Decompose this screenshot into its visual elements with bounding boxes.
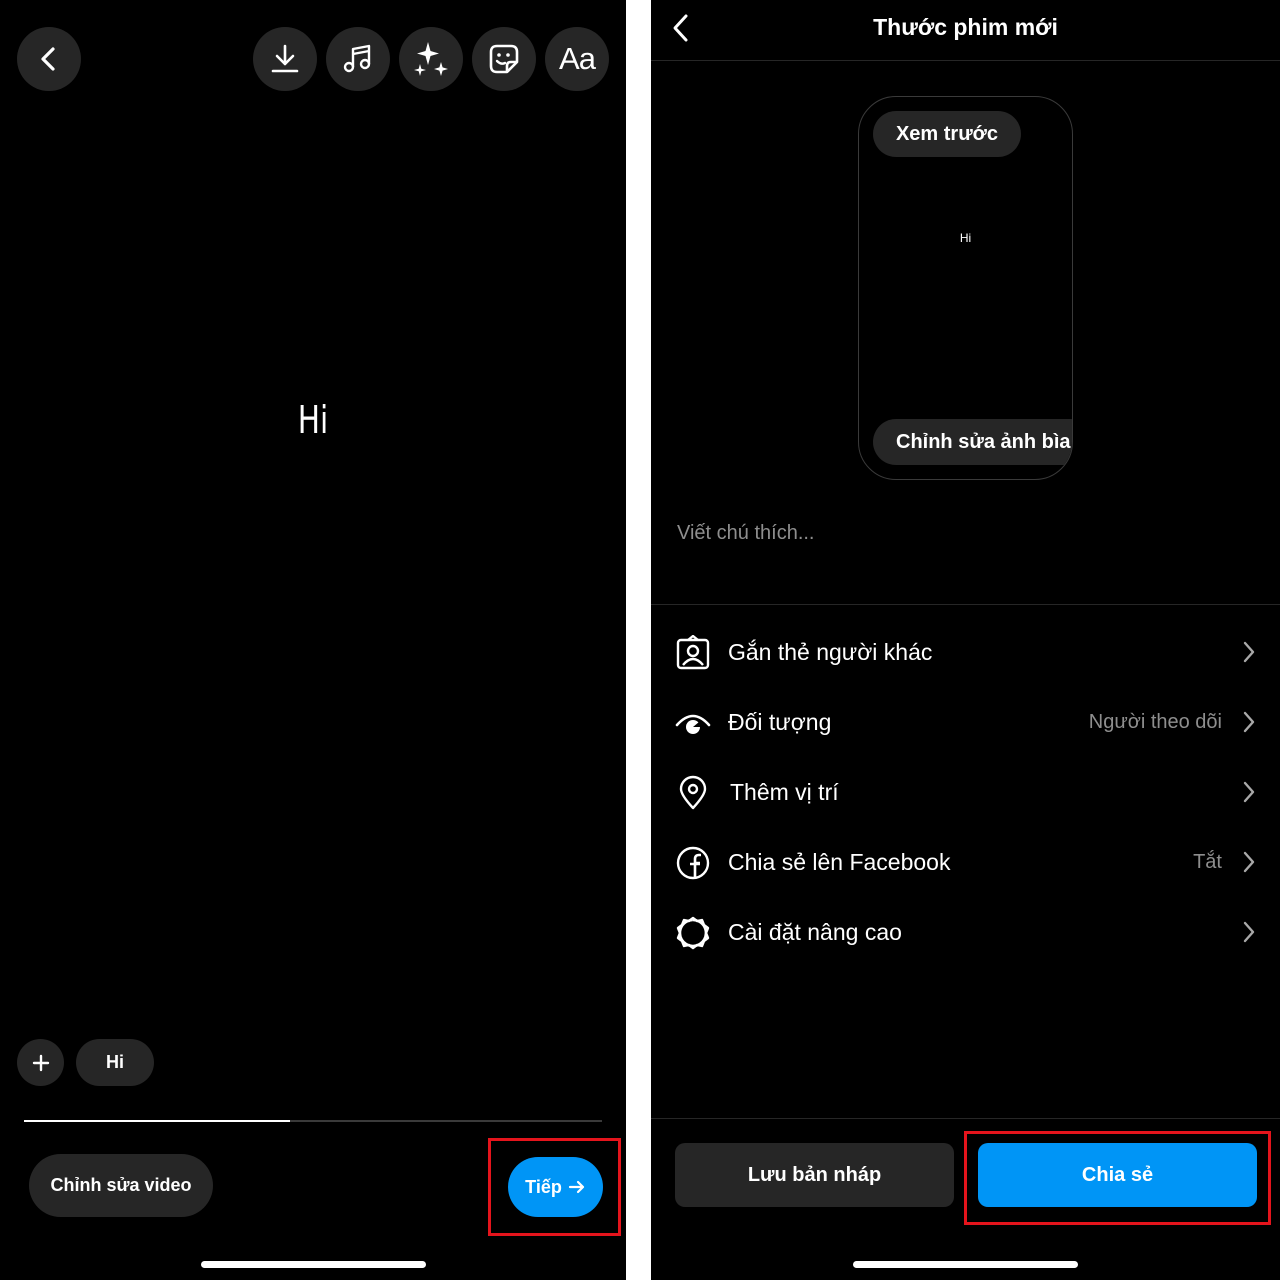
home-indicator <box>201 1261 426 1268</box>
add-location-label: Thêm vị trí <box>730 778 839 805</box>
tag-people-row[interactable]: Gắn thẻ người khác <box>651 627 1280 677</box>
chevron-right-icon <box>1243 781 1255 803</box>
back-icon <box>41 47 55 71</box>
text-icon: Aa <box>559 41 596 76</box>
text-tool-button[interactable]: Aa <box>545 27 609 91</box>
header-divider <box>651 60 1280 61</box>
back-button[interactable] <box>17 27 81 91</box>
audience-row[interactable]: Đối tượng Người theo dõi <box>651 697 1280 747</box>
audience-label: Đối tượng <box>728 708 832 735</box>
download-button[interactable] <box>253 27 317 91</box>
sticker-button[interactable] <box>472 27 536 91</box>
caption-input[interactable]: Viết chú thích... <box>677 522 815 545</box>
canvas-text-overlay[interactable]: Hi <box>69 398 557 442</box>
sparkle-effects-icon <box>414 42 448 76</box>
location-pin-icon <box>679 775 707 810</box>
download-icon <box>271 44 299 73</box>
edit-cover-button[interactable]: Chỉnh sửa ảnh bìa <box>873 419 1072 465</box>
chevron-right-icon <box>1243 851 1255 873</box>
facebook-icon <box>676 846 710 880</box>
share-button-highlight <box>964 1131 1271 1225</box>
plus-icon <box>32 1054 49 1071</box>
new-reel-screen: Thước phim mới Xem trước Hi Chỉnh sửa ản… <box>651 0 1280 1280</box>
text-clip-chip[interactable]: Hi <box>76 1039 154 1086</box>
next-button-highlight <box>488 1138 621 1236</box>
tag-people-label: Gắn thẻ người khác <box>728 638 933 665</box>
chevron-right-icon <box>1243 711 1255 733</box>
sticker-icon <box>489 44 519 74</box>
audience-eye-icon <box>675 714 711 734</box>
share-facebook-label: Chia sẻ lên Facebook <box>728 848 951 875</box>
music-icon <box>343 44 371 73</box>
save-draft-button[interactable]: Lưu bản nháp <box>675 1143 954 1207</box>
caption-divider <box>651 604 1280 605</box>
reel-editor-screen: Aa Hi Hi Chỉnh sửa video Tiếp <box>0 0 626 1280</box>
audience-value: Người theo dõi <box>1088 710 1222 733</box>
music-button[interactable] <box>326 27 390 91</box>
footer-divider <box>651 1118 1280 1119</box>
page-title: Thước phim mới <box>873 14 1058 40</box>
add-location-row[interactable]: Thêm vị trí <box>651 767 1280 817</box>
preview-text: Hi <box>959 231 972 245</box>
advanced-settings-row[interactable]: Cài đặt nâng cao <box>651 907 1280 957</box>
timeline-scrubber[interactable] <box>24 1120 602 1122</box>
timeline-progress <box>24 1120 290 1122</box>
share-facebook-row[interactable]: Chia sẻ lên Facebook Tắt <box>651 837 1280 887</box>
chevron-right-icon <box>1243 921 1255 943</box>
settings-gear-icon <box>676 916 710 950</box>
reel-preview-card[interactable]: Xem trước Hi Chỉnh sửa ảnh bìa <box>858 96 1073 480</box>
add-clip-button[interactable] <box>17 1039 64 1086</box>
edit-video-button[interactable]: Chỉnh sửa video <box>29 1154 213 1217</box>
effects-button[interactable] <box>399 27 463 91</box>
preview-button[interactable]: Xem trước <box>873 111 1021 157</box>
share-facebook-value: Tắt <box>1193 850 1222 873</box>
home-indicator <box>853 1261 1078 1268</box>
tag-people-icon <box>676 635 710 670</box>
chevron-right-icon <box>1243 641 1255 663</box>
advanced-settings-label: Cài đặt nâng cao <box>728 918 902 945</box>
